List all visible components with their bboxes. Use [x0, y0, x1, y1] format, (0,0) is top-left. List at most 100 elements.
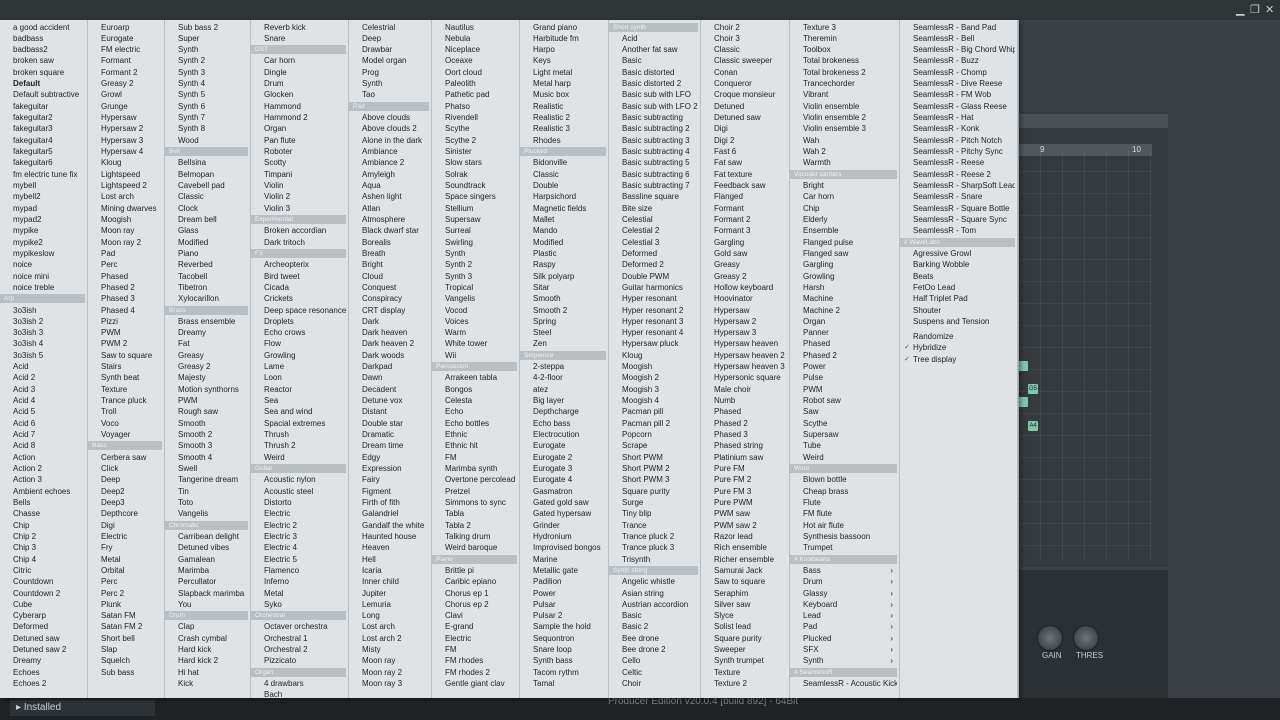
menu-item[interactable]: Countdown	[0, 576, 85, 587]
menu-item[interactable]: Metal harp	[520, 78, 606, 89]
menu-item[interactable]: Hypersaw 4	[88, 146, 162, 157]
menu-item[interactable]: Plucked ›	[790, 633, 897, 644]
menu-item[interactable]: Scrape	[609, 440, 698, 451]
menu-item[interactable]: Pulsar	[520, 599, 606, 610]
menu-item[interactable]: Scotty	[251, 157, 346, 168]
menu-item[interactable]: Electric	[251, 508, 346, 519]
menu-item[interactable]: Greasy 2	[88, 78, 162, 89]
menu-item[interactable]: Flanged saw	[790, 248, 897, 259]
menu-item[interactable]: Sea	[251, 395, 346, 406]
menu-item[interactable]: Reactor	[251, 384, 346, 395]
menu-item[interactable]: FM rhodes 2	[432, 667, 517, 678]
menu-item[interactable]: Hard kick	[165, 644, 248, 655]
menu-item[interactable]: Inferno	[251, 576, 346, 587]
menu-item[interactable]: Marimba synth	[432, 463, 517, 474]
menu-item[interactable]: Digi	[88, 520, 162, 531]
menu-item[interactable]: Electric 4	[251, 542, 346, 553]
menu-item[interactable]: Pad ›	[790, 621, 897, 632]
menu-item[interactable]: Euroarp	[88, 22, 162, 33]
menu-item[interactable]: Double star	[349, 418, 429, 429]
menu-item[interactable]: Digi	[701, 123, 787, 134]
menu-item[interactable]: Modified	[520, 237, 606, 248]
menu-item[interactable]: Decadent	[349, 384, 429, 395]
menu-item[interactable]: Kloug	[609, 350, 698, 361]
menu-item[interactable]: Hypersaw	[88, 112, 162, 123]
menu-item[interactable]: Deformed	[609, 248, 698, 259]
menu-item[interactable]: Countdown 2	[0, 588, 85, 599]
menu-item[interactable]: Amyleigh	[349, 169, 429, 180]
menu-item[interactable]: Default subtractive	[0, 89, 85, 100]
menu-item[interactable]: Supersaw	[790, 429, 897, 440]
menu-item[interactable]: Choir 3	[701, 33, 787, 44]
menu-item[interactable]: Vibrant	[790, 89, 897, 100]
menu-item[interactable]: Power	[520, 588, 606, 599]
menu-item[interactable]: Cerbera saw	[88, 452, 162, 463]
menu-item[interactable]: Alone in the dark	[349, 135, 429, 146]
menu-item[interactable]: Synth	[349, 78, 429, 89]
menu-item[interactable]: Basic distorted	[609, 67, 698, 78]
menu-item[interactable]: Jupiter	[349, 588, 429, 599]
menu-item[interactable]: Hypersaw heaven 2	[701, 350, 787, 361]
menu-item[interactable]: SeamlessR - Square Sync	[900, 214, 1015, 225]
menu-item[interactable]: Echo bass	[520, 418, 606, 429]
menu-item[interactable]: Tabla	[432, 508, 517, 519]
menu-item[interactable]: Double PWM	[609, 271, 698, 282]
menu-item[interactable]: Grand piano	[520, 22, 606, 33]
menu-item[interactable]: broken saw	[0, 55, 85, 66]
menu-item[interactable]: Deep2	[88, 486, 162, 497]
menu-item[interactable]: PWM	[165, 395, 248, 406]
menu-item[interactable]: Acid 3	[0, 384, 85, 395]
menu-item[interactable]: 3o3ish	[0, 305, 85, 316]
menu-item[interactable]: Hyper resonant	[609, 293, 698, 304]
menu-item[interactable]: Celestial	[609, 214, 698, 225]
menu-item[interactable]: Bright	[349, 259, 429, 270]
menu-item[interactable]: Slow stars	[432, 157, 517, 168]
menu-item[interactable]: mypad	[0, 203, 85, 214]
menu-item[interactable]: Action 3	[0, 474, 85, 485]
menu-item[interactable]: Ambiance 2	[349, 157, 429, 168]
menu-item[interactable]: Sinister	[432, 146, 517, 157]
menu-item[interactable]: Dingle	[251, 67, 346, 78]
menu-item[interactable]: Pathetic pad	[432, 89, 517, 100]
menu-item[interactable]: Mining dwarves	[88, 203, 162, 214]
menu-item[interactable]: Clap	[165, 621, 248, 632]
menu-item[interactable]: Gasmatron	[520, 486, 606, 497]
menu-item[interactable]: PWM	[88, 327, 162, 338]
menu-item[interactable]: Weird	[790, 452, 897, 463]
menu-item[interactable]: Thrush 2	[251, 440, 346, 451]
menu-item[interactable]: Richer ensemble	[701, 554, 787, 565]
menu-item[interactable]: Phased	[88, 271, 162, 282]
menu-item[interactable]: Echo crows	[251, 327, 346, 338]
menu-item[interactable]: Blown bottle	[790, 474, 897, 485]
menu-item[interactable]: Hell	[349, 554, 429, 565]
menu-item[interactable]: Belmopan	[165, 169, 248, 180]
menu-item[interactable]: Double	[520, 180, 606, 191]
menu-item[interactable]: Moogish	[609, 361, 698, 372]
menu-item[interactable]: Basic subtracting 6	[609, 169, 698, 180]
menu-item[interactable]: 3o3ish 4	[0, 338, 85, 349]
menu-item[interactable]: mybell	[0, 180, 85, 191]
menu-item[interactable]: Glassy ›	[790, 588, 897, 599]
menu-item[interactable]: Action	[0, 452, 85, 463]
menu-item[interactable]: Texture 2	[701, 678, 787, 689]
menu-item[interactable]: Warmth	[790, 157, 897, 168]
menu-item[interactable]: Formant	[701, 203, 787, 214]
menu-item[interactable]: Rhodes	[520, 135, 606, 146]
menu-item[interactable]: Overtone percolead	[432, 474, 517, 485]
menu-item[interactable]: Depthcore	[88, 508, 162, 519]
menu-item[interactable]: Bee drone 2	[609, 644, 698, 655]
menu-item[interactable]: Lead ›	[790, 610, 897, 621]
menu-item[interactable]: Basic	[609, 55, 698, 66]
menu-item[interactable]: Bright	[790, 180, 897, 191]
menu-item[interactable]: Moon ray	[88, 225, 162, 236]
menu-item[interactable]: a good accident	[0, 22, 85, 33]
menu-item[interactable]: Basic subtracting 7	[609, 180, 698, 191]
menu-item[interactable]: Celtic	[609, 667, 698, 678]
menu-item[interactable]: Hyper resonant 2	[609, 305, 698, 316]
menu-item[interactable]: Bass ›	[790, 565, 897, 576]
menu-item[interactable]: Weird	[251, 452, 346, 463]
menu-item[interactable]: Arrakeen tabla	[432, 372, 517, 383]
menu-item[interactable]: Weird baroque	[432, 542, 517, 553]
menu-item[interactable]: Flamenco	[251, 565, 346, 576]
menu-item[interactable]: Hypersaw	[701, 305, 787, 316]
